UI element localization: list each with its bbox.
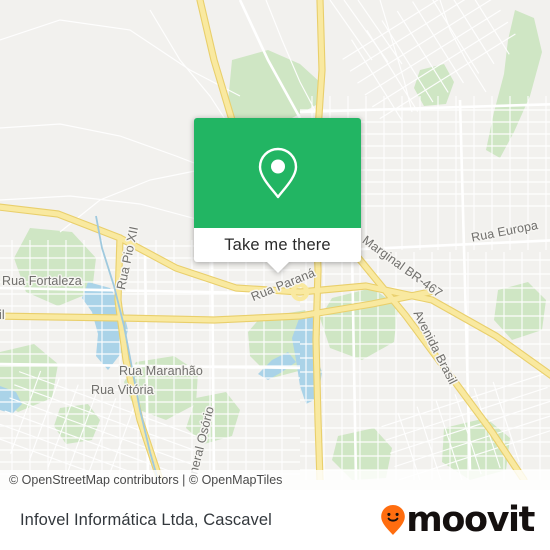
footer-bar: Infovel Informática Ltda, Cascavel moovi… [0, 490, 550, 550]
moovit-logo[interactable]: moovit [380, 499, 550, 540]
popup-pointer-tail [266, 262, 289, 273]
popup-action-label: Take me there [224, 235, 331, 254]
map-pin-icon [258, 147, 297, 199]
location-popup[interactable]: Take me there [194, 118, 361, 273]
moovit-pin-icon [381, 505, 406, 535]
moovit-wordmark: moovit [406, 499, 535, 540]
popup-icon-panel [194, 118, 361, 228]
map-attribution-text[interactable]: © OpenStreetMap contributors | © OpenMap… [0, 473, 282, 487]
map-screen: Rua Fortaleza il Rua Pio XII Rua Maranhã… [0, 0, 550, 550]
map-attribution-bar: © OpenStreetMap contributors | © OpenMap… [0, 470, 550, 490]
popup-action[interactable]: Take me there [194, 228, 361, 273]
place-name: Infovel Informática Ltda, Cascavel [20, 510, 272, 529]
map-canvas[interactable]: Rua Fortaleza il Rua Pio XII Rua Maranhã… [0, 0, 550, 480]
